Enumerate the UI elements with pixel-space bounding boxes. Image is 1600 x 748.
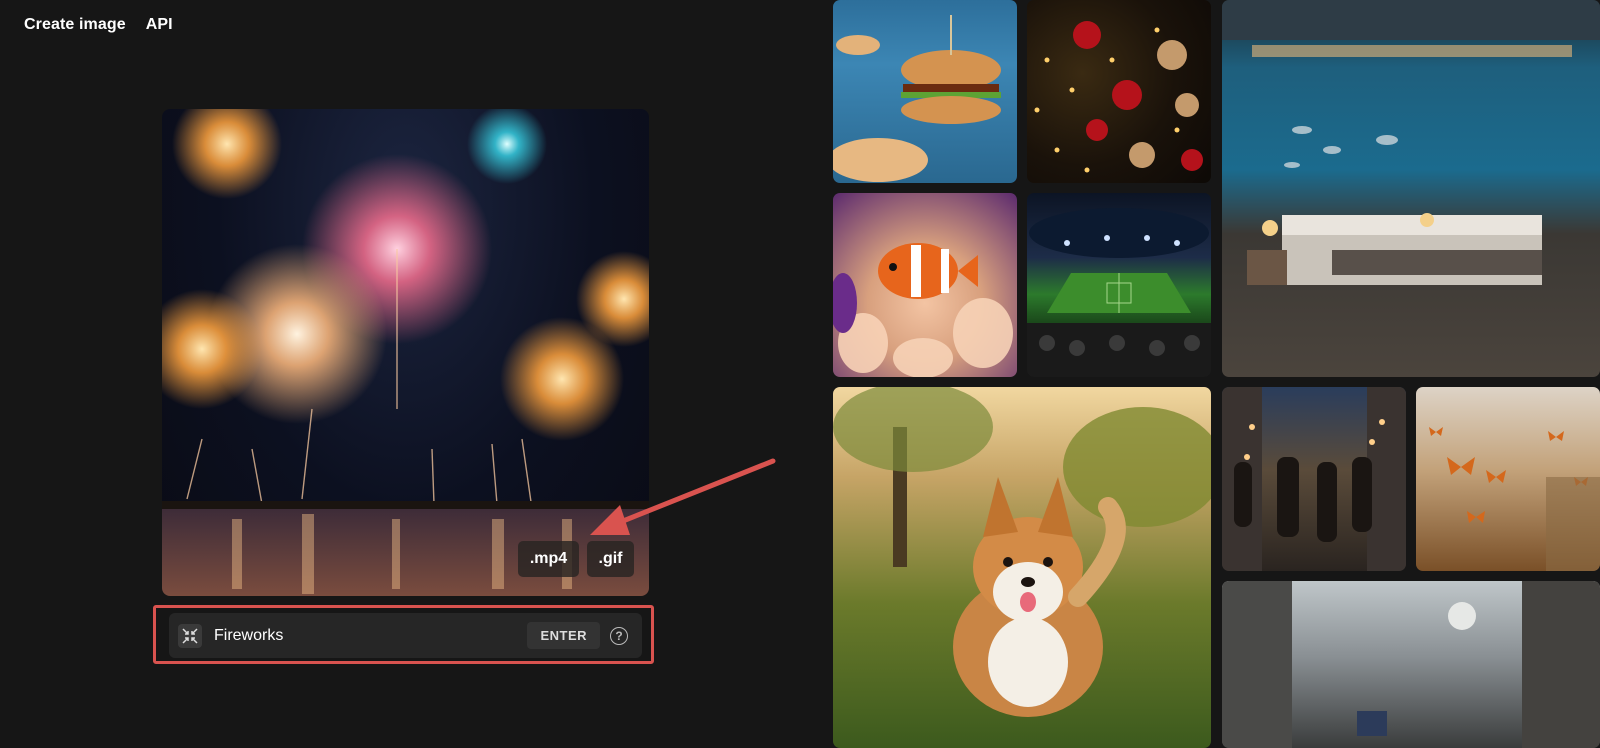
clownfish-image (833, 243, 1013, 377)
api-link[interactable]: API (146, 16, 173, 34)
foggy-street-image (1222, 581, 1600, 748)
underwater-bedroom-image (1222, 0, 1600, 285)
city-street-image (1222, 387, 1406, 571)
top-nav: Create image API (24, 16, 173, 34)
butterflies-image (1429, 427, 1600, 571)
download-mp4-button[interactable]: .mp4 (518, 541, 579, 577)
gallery-tile-burger[interactable] (833, 0, 1017, 183)
help-icon[interactable]: ? (610, 626, 628, 645)
create-image-link[interactable]: Create image (24, 16, 126, 34)
gallery-tile-clownfish[interactable] (833, 193, 1017, 377)
gallery-tile-stadium[interactable] (1027, 193, 1211, 377)
gallery-tile-underwater-bedroom[interactable] (1222, 0, 1600, 377)
gallery-tile-foggy-street[interactable] (1222, 581, 1600, 748)
download-gif-button[interactable]: .gif (587, 541, 634, 577)
fireworks-image (162, 109, 649, 596)
christmas-tree-image (1034, 21, 1203, 173)
stadium-image (1027, 208, 1211, 377)
corgi-image (833, 387, 1211, 717)
burger-image (833, 15, 1001, 182)
gallery-tile-corgi[interactable] (833, 387, 1211, 748)
generated-preview: .mp4 .gif (162, 109, 649, 596)
gallery-tile-butterflies[interactable] (1416, 387, 1600, 571)
gallery-tile-christmas-tree[interactable] (1027, 0, 1211, 183)
gallery-tile-city-street[interactable] (1222, 387, 1406, 571)
prompt-bar: ENTER ? (169, 613, 642, 658)
prompt-input[interactable] (212, 625, 528, 646)
collapse-arrows-icon[interactable] (178, 623, 202, 648)
enter-button[interactable]: ENTER (527, 622, 600, 649)
